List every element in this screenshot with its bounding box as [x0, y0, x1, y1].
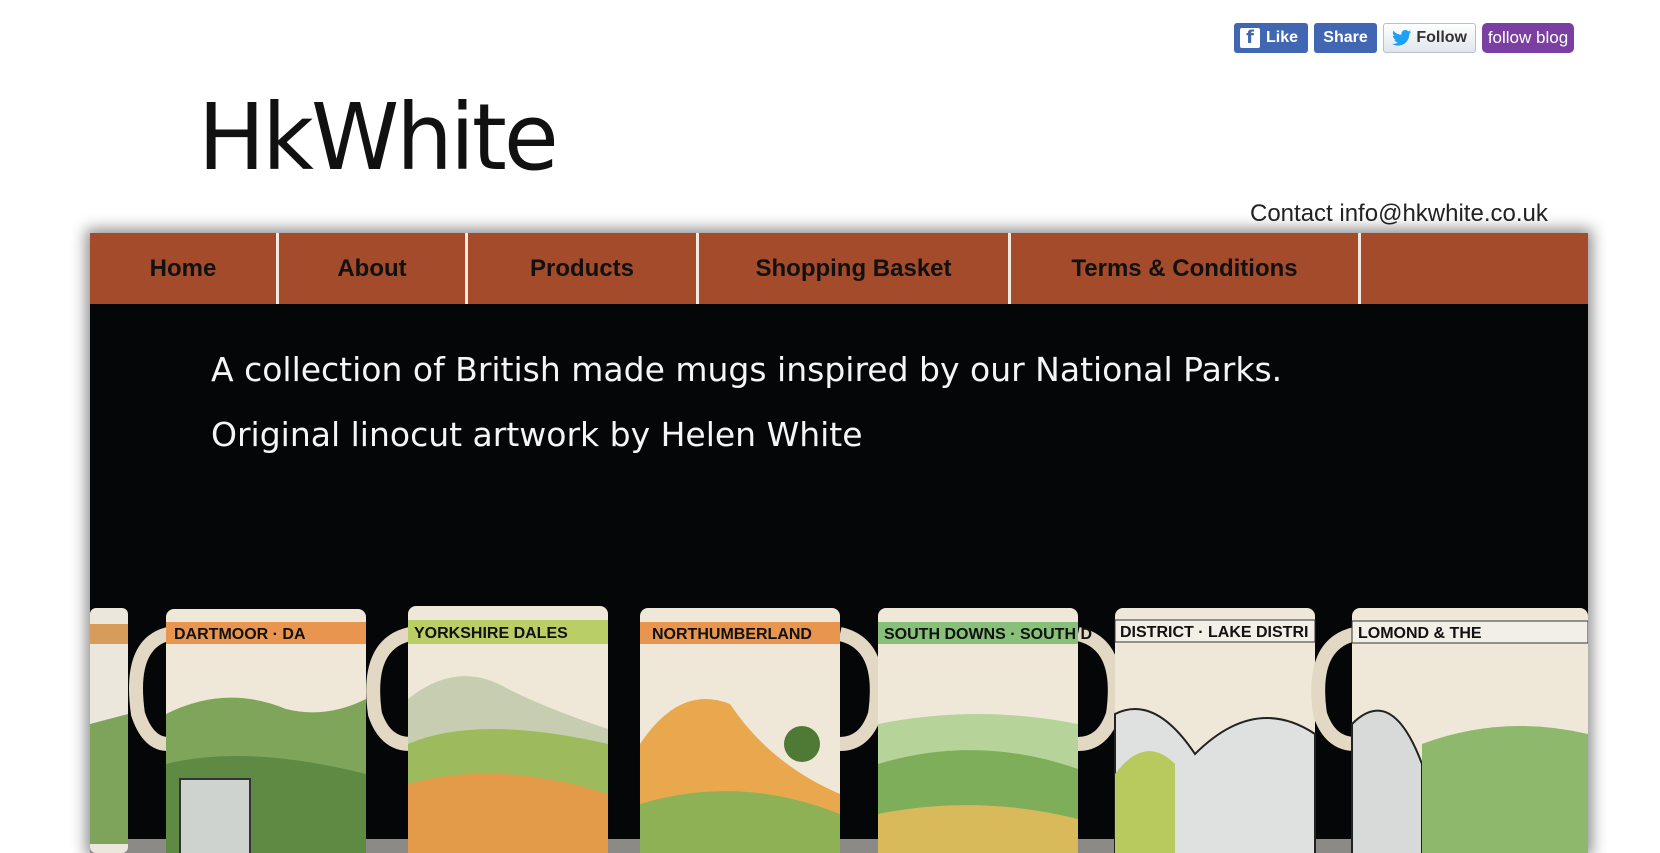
- mug-band-south-downs: SOUTH DOWNS · SOUTH D: [884, 626, 1092, 643]
- social-bar: f Like Share Follow follow blog: [1234, 23, 1574, 53]
- follow-blog-button[interactable]: follow blog: [1482, 23, 1574, 53]
- like-label: Like: [1266, 29, 1299, 46]
- mug-loch-lomond: LOMOND & THE: [1311, 608, 1588, 853]
- mug-band-dartmoor: DARTMOOR · DA: [174, 626, 306, 643]
- follow-label: Follow: [1416, 29, 1467, 46]
- mug-yorkshire-dales: YORKSHIRE DALES: [366, 606, 608, 853]
- facebook-like-button[interactable]: f Like: [1234, 23, 1308, 53]
- mug-lake-district: DISTRICT · LAKE DISTRI: [1114, 608, 1316, 853]
- main-nav: Home About Products Shopping Basket Term…: [90, 233, 1588, 304]
- mug-dartmoor: DARTMOOR · DA: [129, 609, 366, 853]
- mug-band-northumberland: NORTHUMBERLAND: [652, 626, 812, 643]
- hero-tagline-1: A collection of British made mugs inspir…: [211, 350, 1283, 389]
- hero-banner: A collection of British made mugs inspir…: [90, 304, 1588, 853]
- nav-item-home[interactable]: Home: [90, 233, 279, 304]
- follow-blog-label: follow blog: [1487, 28, 1569, 47]
- mug-band-lake-district: DISTRICT · LAKE DISTRI: [1120, 624, 1308, 641]
- facebook-share-button[interactable]: Share: [1314, 23, 1377, 53]
- main-frame: Home About Products Shopping Basket Term…: [90, 233, 1588, 853]
- facebook-icon: f: [1240, 28, 1260, 48]
- site-logo[interactable]: HkWhite: [198, 92, 559, 184]
- hero-tagline-2: Original linocut artwork by Helen White: [211, 415, 863, 454]
- twitter-follow-button[interactable]: Follow: [1383, 23, 1476, 53]
- nav-item-products[interactable]: Products: [468, 233, 699, 304]
- mug-band-loch-lomond: LOMOND & THE: [1358, 625, 1482, 642]
- nav-item-terms[interactable]: Terms & Conditions: [1011, 233, 1361, 304]
- mug-northumberland: NORTHUMBERLAND: [640, 608, 884, 853]
- nav-item-about[interactable]: About: [279, 233, 468, 304]
- contact-email[interactable]: Contact info@hkwhite.co.uk: [1250, 200, 1548, 228]
- twitter-bird-icon: [1392, 30, 1412, 46]
- mug-lineup-image: DARTMOOR · DA YORKSHIRE DALES NORTHUMBER…: [90, 606, 1588, 853]
- mug-south-downs: SOUTH DOWNS · SOUTH D: [878, 608, 1122, 853]
- mug-band-yorkshire-dales: YORKSHIRE DALES: [414, 625, 568, 642]
- share-label: Share: [1323, 29, 1368, 46]
- nav-item-shopping-basket[interactable]: Shopping Basket: [699, 233, 1011, 304]
- mug-edge-left: [90, 608, 128, 853]
